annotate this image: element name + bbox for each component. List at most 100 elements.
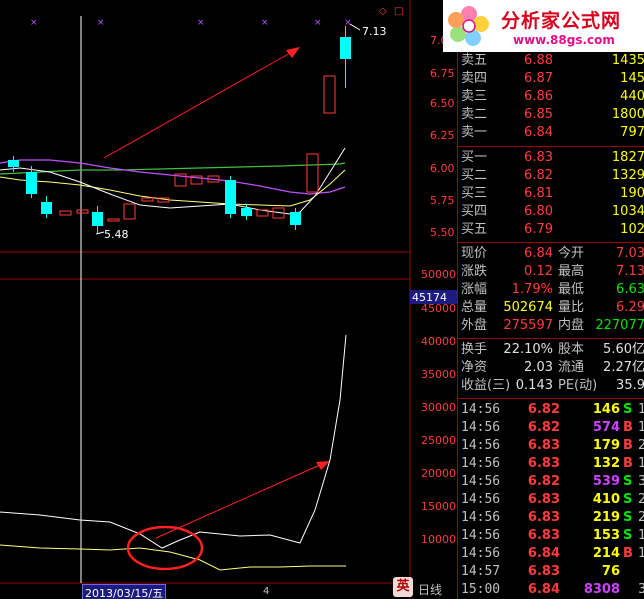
tick-time: 14:57 (461, 564, 501, 579)
bid-price: 6.80 (524, 204, 553, 219)
bid-price: 6.81 (524, 186, 553, 201)
volume-line-yellow (0, 544, 346, 571)
corner-marker-icon: ◇ (379, 6, 387, 17)
ask-price: 6.87 (524, 71, 553, 86)
bid-row: 买二 6.82 1329 (458, 167, 644, 185)
tick-volume: 219 (592, 510, 620, 525)
quote-value: 2.27亿 (603, 360, 644, 375)
candle (107, 218, 120, 222)
quote-value: 5.60亿 (603, 342, 644, 357)
ask-price: 6.84 (524, 125, 553, 140)
tick-direction: S (623, 474, 633, 489)
tick-time: 14:56 (461, 546, 501, 561)
price-axis-label: 5.50 (430, 226, 455, 239)
trend-arrow-price (103, 47, 300, 159)
tick-row: 14:56 6.82 539S 38 (458, 473, 644, 491)
bid-label: 买四 (461, 204, 488, 219)
period-daily-button[interactable]: 日线 (418, 581, 443, 598)
tick-direction: S (623, 492, 633, 507)
tick-price: 6.83 (527, 438, 560, 453)
quote-row: 换手 22.10% 股本 5.60亿 (458, 341, 644, 359)
tick-count: 26 (638, 438, 644, 453)
candle (76, 209, 89, 214)
candle (306, 153, 319, 193)
ask-volume: 440 (620, 89, 644, 104)
price-axis-label: 6.25 (430, 129, 455, 142)
tick-count: 12 (638, 546, 644, 561)
divider (458, 338, 644, 339)
quote-value: 7.03 (616, 246, 644, 261)
tick-price: 6.83 (527, 510, 560, 525)
tick-direction: S (623, 528, 633, 543)
ask-price: 6.88 (524, 53, 553, 68)
tick-time: 14:56 (461, 402, 501, 417)
site-logo: 分析家公式网 www.88gs.com (443, 0, 644, 52)
quote-row: 总量 502674 量比 6.29 (458, 299, 644, 317)
svg-text:×: × (261, 18, 269, 28)
bid-volume: 102 (620, 222, 644, 237)
tick-count: 16 (638, 456, 644, 471)
tick-direction: B (623, 438, 633, 453)
tick-volume: 214 (592, 546, 620, 561)
quote-label: 最低 (558, 282, 585, 297)
tick-price: 6.82 (527, 402, 560, 417)
quote-label: 外盘 (461, 318, 488, 333)
quote-label: 量比 (558, 300, 585, 315)
svg-text:×: × (314, 18, 322, 28)
kline-chart[interactable]: 7.00 6.75 6.50 6.25 6.00 5.75 5.50 50000… (0, 0, 457, 599)
logo-title: 分析家公式网 (501, 10, 622, 32)
logo-url: www.88gs.com (513, 33, 615, 47)
ask-label: 卖四 (461, 71, 488, 86)
quote-value: 22.10% (503, 342, 553, 357)
tick-time: 14:56 (461, 510, 501, 525)
bid-price: 6.79 (524, 222, 553, 237)
ask-row: 卖四 6.87 145 (458, 70, 644, 88)
ask-row: 卖一 6.84 797 (458, 124, 644, 142)
tick-volume: 574 (592, 420, 620, 435)
high-price-annotation: 7.13 (362, 25, 387, 38)
candle (141, 197, 154, 202)
tick-price: 6.83 (527, 492, 560, 507)
quote-value: 0.12 (524, 264, 553, 279)
ask-label: 卖三 (461, 89, 488, 104)
quote-value: 227077 (595, 318, 644, 333)
current-volume-label: 45174 (412, 291, 447, 304)
tick-time: 14:56 (461, 438, 501, 453)
ask-volume: 1435 (611, 53, 644, 68)
bid-volume: 1827 (611, 150, 644, 165)
tick-direction: B (623, 420, 633, 435)
tick-time: 15:00 (461, 582, 501, 597)
candle (123, 203, 136, 220)
ask-volume: 1800 (611, 107, 644, 122)
quote-label: 涨跌 (461, 264, 488, 279)
tick-volume: 76 (601, 564, 620, 579)
svg-text:×: × (97, 18, 105, 28)
ime-toggle-button[interactable]: 英 (393, 577, 413, 597)
tick-time: 14:56 (461, 528, 501, 543)
tick-time: 14:56 (461, 456, 501, 471)
volume-axis-label: 10000 (421, 533, 456, 546)
price-axis-label: 6.00 (430, 162, 455, 175)
tick-direction: B (623, 546, 633, 561)
bid-label: 买一 (461, 150, 488, 165)
price-axis-label: 5.75 (430, 194, 455, 207)
tick-volume: 410 (592, 492, 620, 507)
bid-volume: 1329 (611, 168, 644, 183)
tick-price: 6.83 (527, 456, 560, 471)
tick-price: 6.82 (527, 420, 560, 435)
quote-label: 总量 (461, 300, 488, 315)
ask-label: 卖二 (461, 107, 488, 122)
bid-row: 买四 6.80 1034 (458, 203, 644, 221)
tick-row: 14:56 6.82 146S 10 (458, 401, 644, 419)
trend-arrow-volume (155, 461, 330, 539)
quote-value: 7.13 (616, 264, 644, 279)
quote-value: 6.63 (616, 282, 644, 297)
bid-row: 买五 6.79 102 (458, 221, 644, 239)
tick-row: 14:56 6.84 214B 12 (458, 545, 644, 563)
quote-panel: 卖五 6.88 1435 卖四 6.87 145 卖三 6.86 440 卖二 6.85 180… (457, 52, 644, 599)
bid-price: 6.82 (524, 168, 553, 183)
ask-row: 卖三 6.86 440 (458, 88, 644, 106)
tick-price: 6.83 (527, 528, 560, 543)
tick-row: 14:56 6.83 219S 26 (458, 509, 644, 527)
volume-axis-label: 30000 (421, 401, 456, 414)
